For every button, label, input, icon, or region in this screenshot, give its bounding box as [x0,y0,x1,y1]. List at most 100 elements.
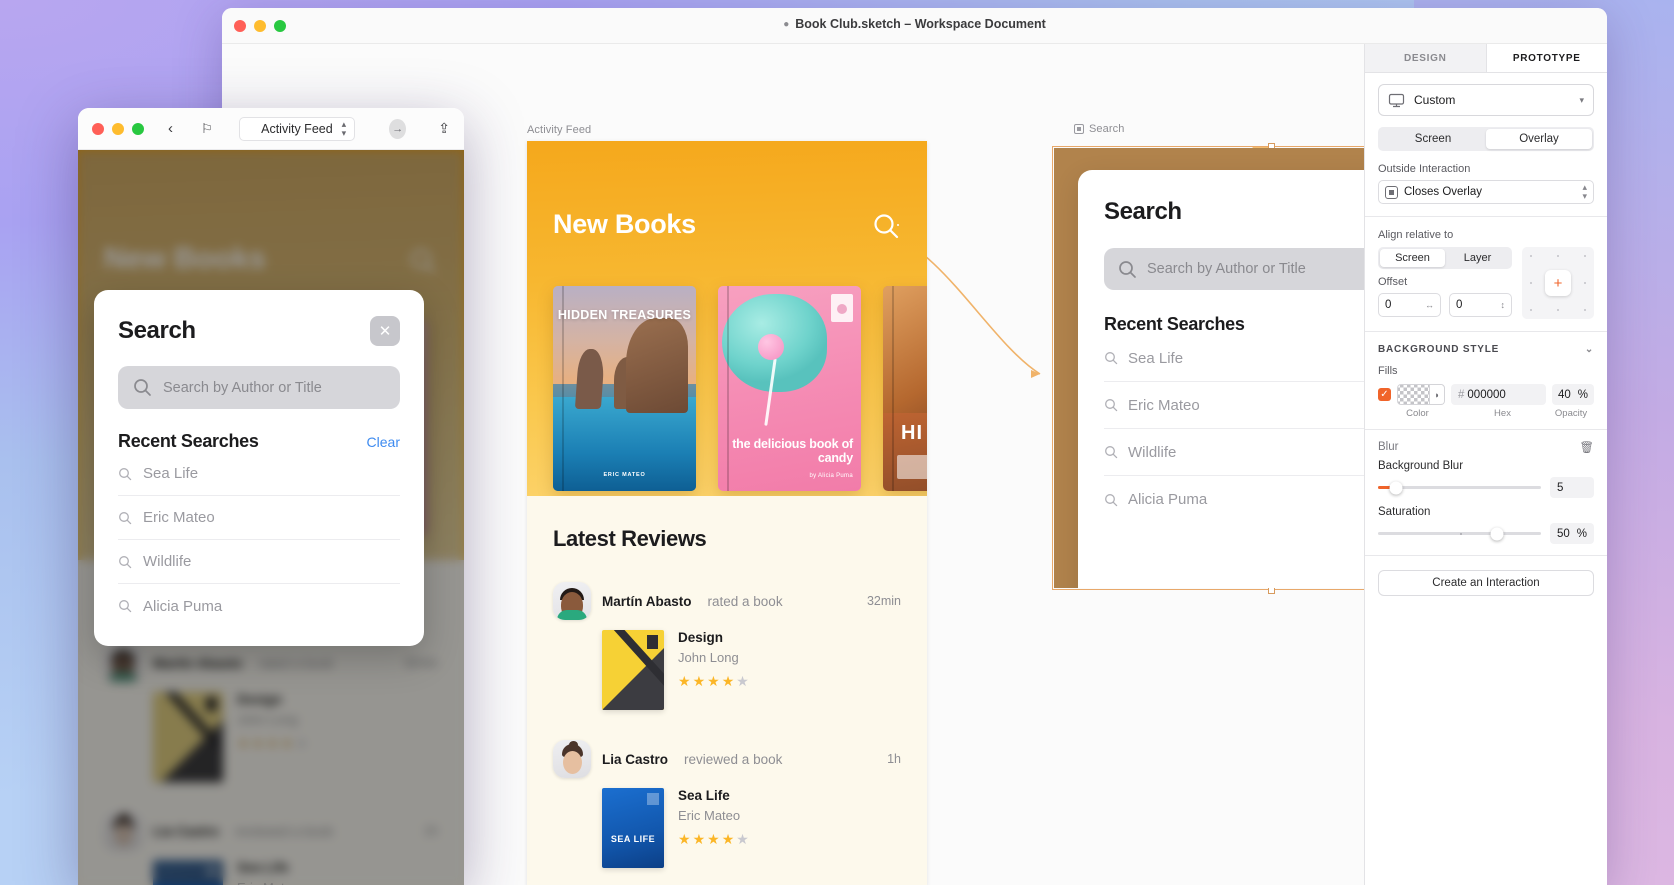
tab-design[interactable]: DESIGN [1365,44,1487,72]
background-blur-value[interactable]: 5 [1550,477,1594,498]
preview-toolbar: ‹ ⚐ Activity Feed ▴ ▾ → ⇪ [78,108,464,150]
reviewer-name: Martín Abasto [602,593,692,609]
review-action: rated a book [707,593,783,609]
background-blur-slider[interactable] [1378,481,1541,494]
search-icon [1104,398,1118,412]
outside-interaction-label: Outside Interaction [1378,163,1471,175]
search-overlay-modal[interactable]: Search ✕ Search by Author or Title Recen… [94,290,424,646]
recent-search-item[interactable]: Wildlife [1104,429,1364,476]
preview-maximize-button[interactable] [132,122,144,135]
trash-icon[interactable]: 🗑 [1579,440,1594,454]
align-screen[interactable]: Screen [1380,249,1445,267]
search-input[interactable]: Search by Author or Title [1104,248,1364,290]
saturation-slider[interactable] [1378,527,1541,540]
offset-y-input[interactable]: 0 ↕ [1449,293,1512,317]
color-column-label: Color [1406,408,1429,419]
review-book-title: Design [678,630,724,645]
resize-handle[interactable] [1268,587,1275,594]
fills-label: Fills [1378,365,1398,377]
search-input[interactable]: Search by Author or Title [118,366,400,409]
clear-recent-button[interactable]: Clear [367,434,400,450]
preview-artboard-name: Activity Feed [261,121,333,136]
segment-screen[interactable]: Screen [1380,129,1486,149]
overlay-square-icon [1385,185,1398,199]
book-cover-hidden-treasures[interactable]: HIDDEN TREASURES ERIC MATEO [553,286,696,491]
recent-search-item[interactable]: Wildlife [118,540,400,584]
preset-value: Custom [1414,93,1456,107]
percent-symbol: % [1576,527,1587,540]
stepper-arrows-icon[interactable]: ▴ ▾ [1582,183,1587,201]
arrow-right-circle-icon[interactable]: → [389,118,407,139]
book-cover-sea-life[interactable]: SEA LIFE [602,788,664,868]
review-item[interactable]: Lia Castro reviewed a book 1h SEA LIFE S… [553,740,901,868]
artboard-search[interactable]: Search Search by Author or Title Recent … [1054,148,1364,588]
fill-hex-input[interactable]: # 000000 [1451,384,1546,405]
modal-title: Search [118,317,196,344]
offset-x-input[interactable]: 0 ↔ [1378,293,1441,317]
outside-interaction-select[interactable]: Closes Overlay ▴ ▾ [1378,180,1594,204]
saturation-slider-row[interactable]: 50 % [1378,523,1594,544]
overlay-square-icon [1074,124,1084,134]
align-position-grid[interactable]: + [1522,247,1594,319]
search-icon[interactable] [871,211,901,241]
window-title-text: Book Club.sketch – Workspace Document [795,17,1046,31]
segment-overlay[interactable]: Overlay [1486,129,1592,149]
outside-interaction-value: Closes Overlay [1404,186,1482,198]
preview-window[interactable]: ‹ ⚐ Activity Feed ▴ ▾ → ⇪ New Books Mart… [78,108,464,885]
recent-searches-heading: Recent Searches [1104,314,1245,334]
fill-hex-value: 000000 [1467,388,1506,401]
preview-close-button[interactable] [92,122,104,135]
book-carousel[interactable]: HIDDEN TREASURES ERIC MATEO the deliciou… [553,286,927,491]
vertical-arrows-icon: ↕ [1500,299,1506,310]
book-cover-third[interactable]: HI [883,286,927,491]
saturation-value: 50 [1557,527,1570,540]
reviews-heading: Latest Reviews [553,526,707,551]
eyedropper-icon[interactable]: ◗ [1429,385,1444,404]
recent-search-item[interactable]: Sea Life [118,452,400,496]
hero-section: New Books HIDDEN TREASURES ERIC MATEO th… [527,141,927,496]
recent-search-label: Sea Life [1128,349,1184,367]
blur-label: Blur [1378,441,1399,453]
inspector-tabs[interactable]: DESIGN PROTOTYPE [1365,44,1607,73]
preset-select[interactable]: Custom ▾ [1378,84,1594,116]
book-cover-delicious-candy[interactable]: the delicious book of candy by Alicia Pu… [718,286,861,491]
flag-icon[interactable]: ⚐ [201,121,213,137]
stepper-arrows-icon[interactable]: ▴ ▾ [342,119,347,138]
search-icon [1104,351,1118,365]
review-item[interactable]: Martín Abasto rated a book 32min Design … [553,582,901,710]
chevron-down-icon: ▾ [1579,94,1584,105]
chevron-down-icon[interactable]: ⌄ [1585,344,1594,355]
close-icon[interactable]: ✕ [370,316,400,346]
recent-search-item[interactable]: Eric Mateo [118,496,400,540]
artboard-activity-feed[interactable]: New Books HIDDEN TREASURES ERIC MATEO th… [527,141,927,885]
background-style-section-header[interactable]: BACKGROUND STYLE ⌄ [1378,344,1594,355]
fill-enabled-checkbox[interactable]: ✓ [1378,388,1391,401]
search-title: Search [1104,198,1182,225]
preview-artboard-select[interactable]: Activity Feed ▴ ▾ [238,116,356,141]
recent-search-item[interactable]: Eric Mateo [1104,382,1364,429]
avatar [553,582,591,620]
background-blur-slider-row[interactable]: 5 [1378,477,1594,498]
offset-label: Offset [1378,276,1408,288]
share-icon[interactable]: ⇪ [438,120,450,137]
preview-minimize-button[interactable] [112,122,124,135]
plus-icon[interactable]: + [1545,270,1571,296]
preview-traffic-lights[interactable] [92,122,144,135]
align-layer[interactable]: Layer [1445,249,1510,267]
fill-color-swatch[interactable]: ◗ [1397,384,1445,405]
chevron-left-icon[interactable]: ‹ [168,120,173,137]
align-segment[interactable]: Screen Layer [1378,247,1512,269]
artboard-label-activity-feed[interactable]: Activity Feed [527,124,591,136]
book-cover-design[interactable] [602,630,664,710]
recent-search-item[interactable]: Alicia Puma [118,584,400,628]
overlay-type-segment[interactable]: Screen Overlay [1378,127,1594,151]
fill-opacity-input[interactable]: 40 % [1552,384,1594,405]
book-author: ERIC MATEO [603,472,646,478]
create-interaction-button[interactable]: Create an Interaction [1378,570,1594,596]
tab-prototype[interactable]: PROTOTYPE [1486,44,1607,72]
recent-search-label: Alicia Puma [143,597,223,615]
artboard-label-search[interactable]: Search [1074,123,1124,135]
recent-search-item[interactable]: Sea Life [1104,335,1364,382]
recent-search-item[interactable]: Alicia Puma [1104,476,1364,523]
saturation-value-box[interactable]: 50 % [1550,523,1594,544]
